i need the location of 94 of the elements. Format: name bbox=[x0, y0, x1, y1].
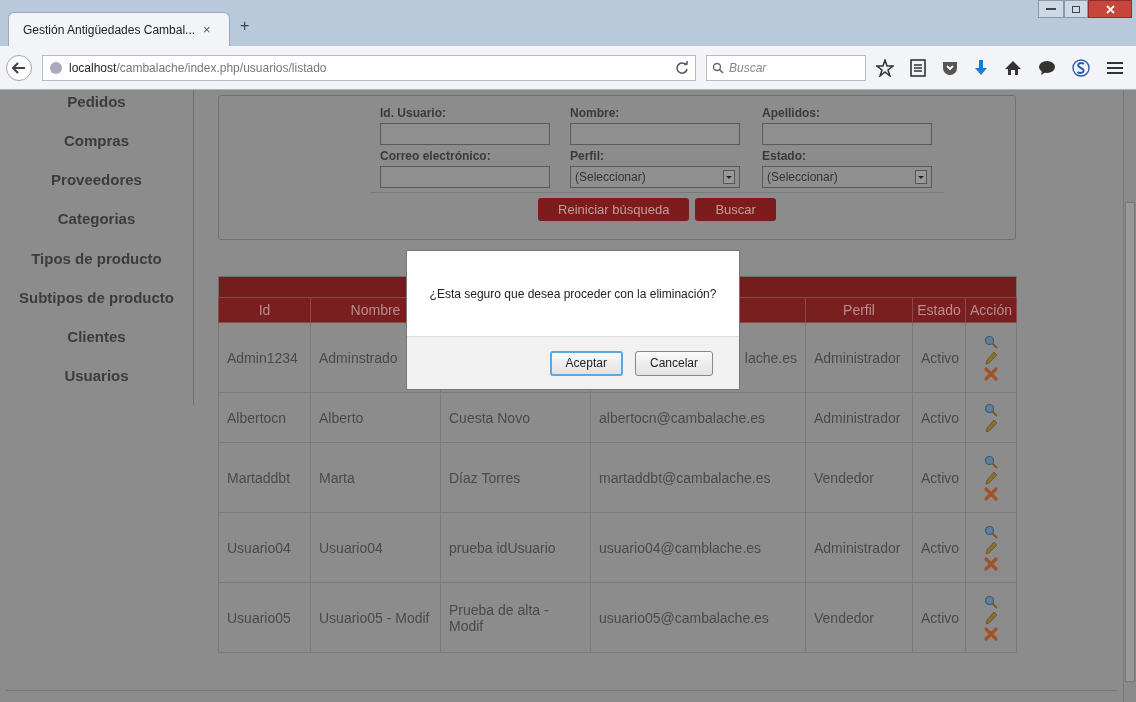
table-cell: Marta bbox=[319, 469, 355, 486]
table-cell: usuario04@camblache.es bbox=[599, 539, 762, 556]
reading-list-icon[interactable] bbox=[910, 58, 926, 77]
table-cell: Cuesta Novo bbox=[449, 409, 530, 426]
table-cell: albertocn@cambalache.es bbox=[599, 409, 765, 426]
field-label: Perfil: bbox=[570, 148, 605, 165]
field-label: Nombre: bbox=[570, 105, 621, 122]
table-cell: Usuario05 bbox=[227, 609, 291, 626]
select-field[interactable]: (Seleccionar) bbox=[762, 166, 932, 188]
star-icon[interactable] bbox=[876, 58, 894, 77]
pencil-icon[interactable] bbox=[984, 418, 998, 433]
column-header: Id bbox=[258, 302, 271, 318]
search-form-button[interactable]: Reiniciar búsqueda bbox=[538, 198, 690, 221]
tab-title: Gestión Antigüedades Cambal... bbox=[23, 21, 196, 39]
pencil-icon[interactable] bbox=[984, 540, 998, 555]
field-label: Correo electrónico: bbox=[380, 148, 492, 165]
text-field[interactable] bbox=[380, 123, 550, 145]
column-header: Estado bbox=[917, 302, 961, 318]
table-cell: Albertocn bbox=[227, 409, 287, 426]
download-icon[interactable] bbox=[974, 58, 988, 77]
table-cell: prueba idUsuario bbox=[449, 539, 556, 556]
table-cell: Usuario05 - Modif bbox=[319, 609, 430, 626]
table-cell: Prueba de alta - Modif bbox=[449, 601, 549, 634]
text-field[interactable] bbox=[570, 123, 740, 145]
sidebar-link[interactable]: Pedidos bbox=[67, 92, 126, 132]
column-header: Nombre bbox=[350, 302, 401, 318]
sidebar-link[interactable]: Compras bbox=[64, 131, 129, 171]
table-cell: Activo bbox=[921, 349, 960, 366]
sidebar-link[interactable]: Categorias bbox=[57, 209, 136, 249]
search-icon bbox=[712, 61, 724, 74]
url-text: localhost/cambalache/index.php/usuarios/listado bbox=[69, 59, 327, 77]
table-cell: Usuario04 bbox=[319, 539, 383, 556]
magnifier-icon[interactable] bbox=[984, 524, 998, 539]
table-cell: Vendedor bbox=[814, 469, 874, 486]
table-cell: Admin1234 bbox=[227, 349, 298, 366]
chat-icon[interactable] bbox=[1038, 59, 1056, 76]
table-cell: Administrador bbox=[814, 349, 901, 366]
sidebar-link[interactable]: Proveedores bbox=[51, 170, 142, 210]
table-cell: Activo bbox=[921, 609, 960, 626]
pencil-icon[interactable] bbox=[984, 470, 998, 485]
table-cell: Adminstrado bbox=[319, 349, 398, 366]
table-cell: Usuario04 bbox=[227, 539, 291, 556]
sidebar-link[interactable]: Usuarios bbox=[64, 365, 129, 405]
table-cell: martaddbt@cambalache.es bbox=[599, 469, 771, 486]
table-cell: usuario05@cambalache.es bbox=[599, 609, 769, 626]
table-cell: lache.es bbox=[744, 349, 797, 366]
table-cell: Alberto bbox=[319, 409, 364, 426]
sidebar-link[interactable]: Tipos de producto bbox=[31, 248, 162, 288]
new-tab-button[interactable]: + bbox=[240, 14, 250, 38]
menu-icon[interactable] bbox=[1106, 60, 1124, 75]
table-cell: Administrador bbox=[814, 409, 901, 426]
text-field[interactable] bbox=[762, 123, 932, 145]
scrollbar[interactable] bbox=[1123, 90, 1136, 702]
table-cell: Martaddbt bbox=[227, 469, 291, 486]
address-bar[interactable]: localhost/cambalache/index.php/usuarios/listado bbox=[42, 54, 696, 81]
column-header: Perfil bbox=[843, 302, 875, 318]
sidebar-link[interactable]: Clientes bbox=[67, 326, 126, 366]
browser-tab[interactable]: Gestión Antigüedades Cambal... × bbox=[8, 12, 230, 46]
table-cell: Administrador bbox=[814, 539, 901, 556]
table-cell: Activo bbox=[921, 409, 960, 426]
magnifier-icon[interactable] bbox=[984, 402, 998, 417]
table-cell: Activo bbox=[921, 469, 960, 486]
magnifier-icon[interactable] bbox=[984, 594, 998, 609]
search-field[interactable]: Buscar bbox=[706, 54, 866, 81]
table-cell: Activo bbox=[921, 539, 960, 556]
dialog-message: ¿Esta seguro que desea proceder con la eliminación? bbox=[429, 285, 717, 303]
dialog-button[interactable]: Aceptar bbox=[549, 350, 623, 376]
cross-icon[interactable] bbox=[984, 486, 998, 501]
field-label: Apellidos: bbox=[762, 105, 821, 122]
home-icon[interactable] bbox=[1004, 59, 1022, 76]
pencil-icon[interactable] bbox=[984, 350, 998, 365]
dialog-button[interactable]: Cancelar bbox=[634, 350, 713, 376]
back-arrow-icon[interactable] bbox=[12, 61, 26, 74]
magnifier-icon[interactable] bbox=[984, 454, 998, 469]
close-tab-button[interactable]: × bbox=[203, 19, 211, 40]
pocket-icon[interactable] bbox=[942, 59, 958, 76]
table-cell: Díaz Torres bbox=[449, 469, 521, 486]
cross-icon[interactable] bbox=[984, 366, 998, 381]
window-controls-icon[interactable] bbox=[1038, 0, 1132, 18]
reload-icon[interactable] bbox=[675, 60, 689, 75]
text-field[interactable] bbox=[380, 166, 550, 188]
field-label: Estado: bbox=[762, 148, 807, 165]
cross-icon[interactable] bbox=[984, 626, 998, 641]
search-form-button[interactable]: Buscar bbox=[695, 198, 776, 221]
back-button[interactable] bbox=[6, 54, 32, 81]
cross-icon[interactable] bbox=[984, 556, 998, 571]
column-header: Acción bbox=[970, 302, 1012, 318]
magnifier-icon[interactable] bbox=[984, 334, 998, 349]
pencil-icon[interactable] bbox=[984, 610, 998, 625]
select-field[interactable]: (Seleccionar) bbox=[570, 166, 740, 188]
s-logo-icon[interactable] bbox=[1072, 58, 1090, 77]
sidebar-link[interactable]: Subtipos de producto bbox=[19, 287, 174, 327]
table-cell: Vendedor bbox=[814, 609, 874, 626]
field-label: Id. Usuario: bbox=[380, 105, 447, 122]
